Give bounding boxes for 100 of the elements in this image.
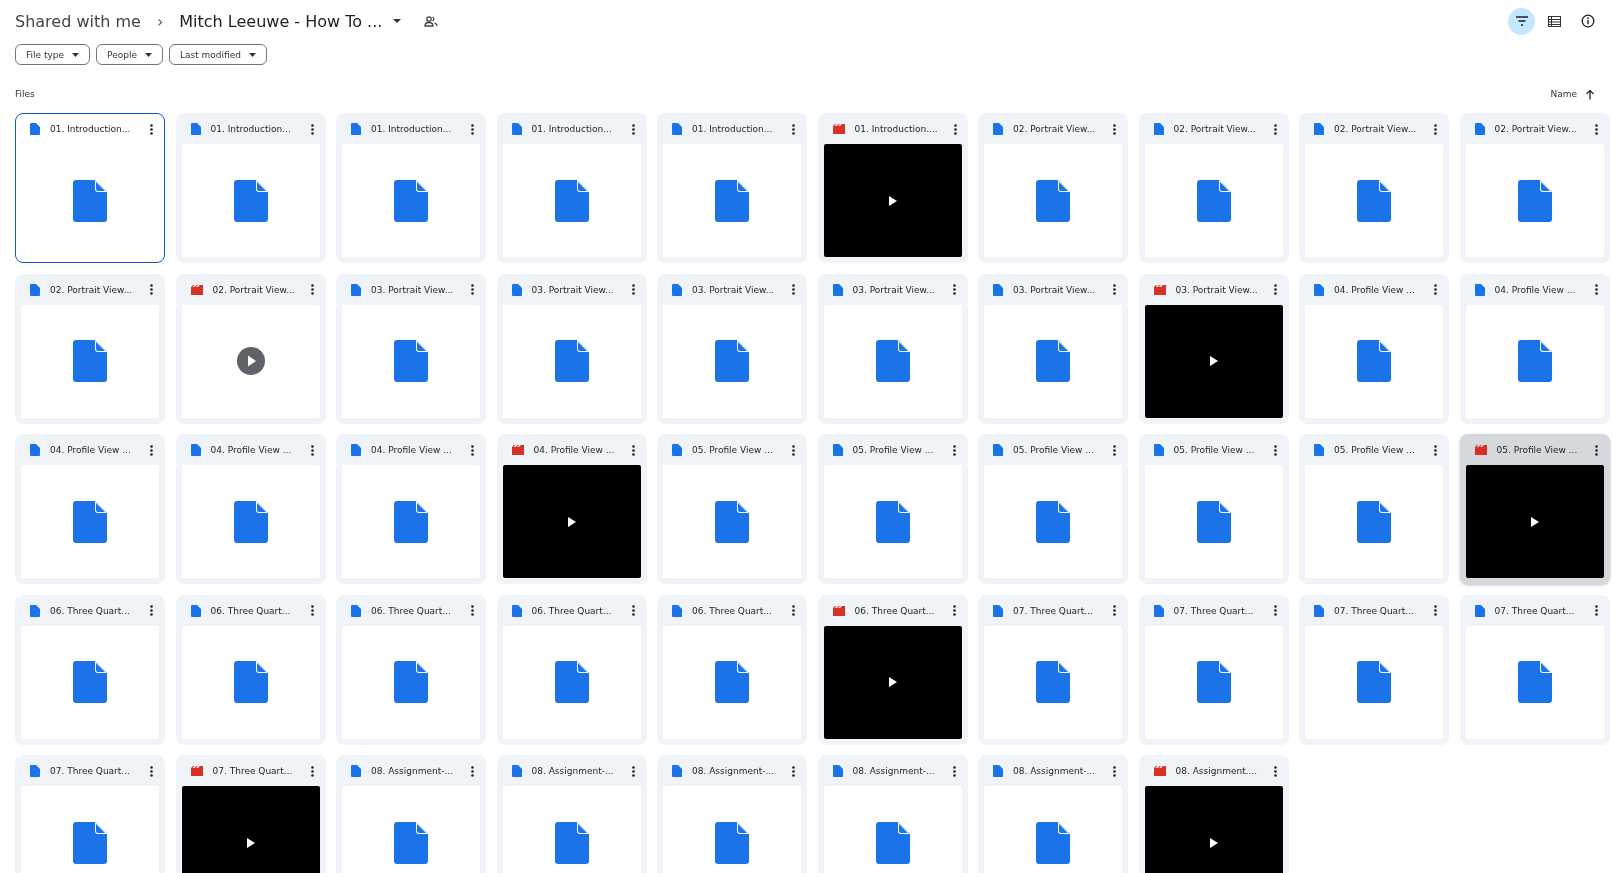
filter-button[interactable] xyxy=(1508,7,1535,35)
document-icon xyxy=(554,821,589,864)
file-name: 02. Portrait View... xyxy=(1173,124,1257,134)
folder-title-button[interactable]: Mitch Leeuwe - How To ... xyxy=(179,11,383,31)
file-card[interactable]: 06. Three Quart... xyxy=(657,594,807,745)
file-card[interactable]: 05. Profile View ... xyxy=(978,434,1128,584)
document-icon xyxy=(351,765,361,777)
document-icon xyxy=(1314,444,1324,456)
file-name: 07. Three Quart... xyxy=(1173,605,1255,616)
clapperboard-icon xyxy=(832,605,845,616)
file-card[interactable]: 03. Portrait View... xyxy=(1138,273,1289,424)
file-card[interactable]: 07. Three Quart... xyxy=(1299,594,1449,745)
file-name: 08. Assignment.... xyxy=(1175,766,1258,776)
file-card[interactable]: 04. Profile View ... xyxy=(1299,273,1449,424)
file-name: 05. Profile View ... xyxy=(1496,445,1579,455)
file-card[interactable]: 02. Portrait View... xyxy=(175,273,326,424)
clapperboard-icon xyxy=(832,124,845,134)
file-name: 08. Assignment-... xyxy=(1013,766,1096,776)
file-card[interactable]: 06. Three Quart... xyxy=(175,594,326,745)
file-card[interactable]: 04. Profile View ... xyxy=(496,434,647,584)
file-card[interactable]: 05. Profile View ... xyxy=(1299,434,1449,584)
file-card[interactable]: 03. Portrait View... xyxy=(817,273,968,424)
file-card[interactable]: 01. Introduction... xyxy=(175,113,326,263)
file-card[interactable]: 05. Profile View ... xyxy=(1138,434,1289,584)
file-card[interactable]: 04. Profile View ... xyxy=(336,434,486,584)
file-card[interactable]: 02. Portrait View... xyxy=(1299,113,1449,263)
file-card[interactable]: 03. Portrait View... xyxy=(657,273,807,424)
file-card[interactable]: 06. Three Quart... xyxy=(336,594,486,745)
file-card[interactable]: 02. Portrait View... xyxy=(15,273,165,424)
file-card[interactable]: 07. Three Quart... xyxy=(175,755,326,873)
sort-button[interactable]: Name xyxy=(1550,88,1595,100)
document-icon xyxy=(554,179,589,222)
document-icon xyxy=(1153,123,1164,135)
file-card[interactable]: 08. Assignment-... xyxy=(817,755,968,873)
people-icon[interactable] xyxy=(424,15,439,27)
file-card[interactable]: 03. Portrait View... xyxy=(496,273,647,424)
file-card[interactable]: 06. Three Quart... xyxy=(496,594,647,745)
file-name: 08. Assignment-... xyxy=(531,766,615,776)
document-icon xyxy=(30,765,40,777)
file-name: 07. Three Quart... xyxy=(1494,605,1576,616)
file-card[interactable]: 08. Assignment-... xyxy=(336,755,486,873)
document-icon xyxy=(875,821,910,864)
caret-icon xyxy=(248,52,256,57)
document-icon xyxy=(30,283,40,296)
file-card[interactable]: 02. Portrait View... xyxy=(978,113,1128,263)
document-icon xyxy=(1036,340,1070,382)
filter-chip[interactable]: Last modified xyxy=(168,44,267,65)
file-card[interactable]: 05. Profile View ... xyxy=(817,434,968,584)
file-card[interactable]: 07. Three Quart... xyxy=(1459,594,1610,745)
file-name: 02. Portrait View... xyxy=(1494,124,1578,134)
file-card[interactable]: 08. Assignment-... xyxy=(978,755,1128,873)
document-icon xyxy=(394,340,428,382)
document-icon xyxy=(1357,500,1391,543)
file-card[interactable]: 04. Profile View ... xyxy=(1459,273,1610,424)
clapperboard-icon xyxy=(511,445,524,455)
file-card[interactable]: 02. Portrait View... xyxy=(1138,113,1289,263)
clapperboard-icon xyxy=(190,766,203,776)
document-icon xyxy=(511,123,522,135)
file-card[interactable]: 01. Introduction... xyxy=(336,113,486,263)
document-icon xyxy=(190,604,201,617)
document-icon xyxy=(394,500,428,543)
document-icon xyxy=(1196,500,1231,543)
file-card[interactable]: 02. Portrait View... xyxy=(1459,113,1610,263)
document-icon xyxy=(1036,661,1070,703)
file-card[interactable]: 03. Portrait View... xyxy=(978,273,1128,424)
file-card[interactable]: 05. Profile View ... xyxy=(657,434,807,584)
filter-icon xyxy=(1514,16,1529,26)
document-icon xyxy=(351,283,361,296)
file-card[interactable]: 01. Introduction... xyxy=(657,113,807,263)
document-icon xyxy=(1153,604,1164,617)
breadcrumb-link[interactable]: Shared with me xyxy=(15,11,141,31)
file-card[interactable]: 01. Introduction.... xyxy=(817,113,968,263)
filter-chip[interactable]: People xyxy=(96,44,163,65)
file-card[interactable]: 08. Assignment.... xyxy=(1138,755,1289,873)
file-card[interactable]: 03. Portrait View... xyxy=(336,273,486,424)
file-card[interactable]: 01. Introduction... xyxy=(15,113,165,263)
caret-icon xyxy=(72,52,80,57)
document-icon xyxy=(1517,179,1552,222)
file-card[interactable]: 06. Three Quart... xyxy=(15,594,165,745)
file-card[interactable]: 05. Profile View ... xyxy=(1459,434,1610,584)
document-icon xyxy=(554,340,589,382)
file-name: 04. Profile View ... xyxy=(533,445,616,455)
file-card[interactable]: 08. Assignment-... xyxy=(657,755,807,873)
document-icon xyxy=(672,765,682,777)
document-icon xyxy=(1357,661,1391,703)
file-card[interactable]: 06. Three Quart... xyxy=(817,594,968,745)
document-icon xyxy=(1036,179,1070,222)
document-icon xyxy=(1314,604,1324,617)
file-card[interactable]: 04. Profile View ... xyxy=(15,434,165,584)
file-name: 04. Profile View ... xyxy=(50,445,132,455)
file-card[interactable]: 07. Three Quart... xyxy=(15,755,165,873)
file-card[interactable]: 07. Three Quart... xyxy=(1138,594,1289,745)
file-card[interactable]: 04. Profile View ... xyxy=(175,434,326,584)
document-icon xyxy=(394,179,428,222)
file-card[interactable]: 01. Introduction... xyxy=(496,113,647,263)
file-card[interactable]: 08. Assignment-... xyxy=(496,755,647,873)
file-card[interactable]: 07. Three Quart... xyxy=(978,594,1128,745)
filter-chip[interactable]: File type xyxy=(15,44,91,65)
file-name: 05. Profile View ... xyxy=(692,445,774,455)
caret-icon[interactable] xyxy=(392,18,403,24)
